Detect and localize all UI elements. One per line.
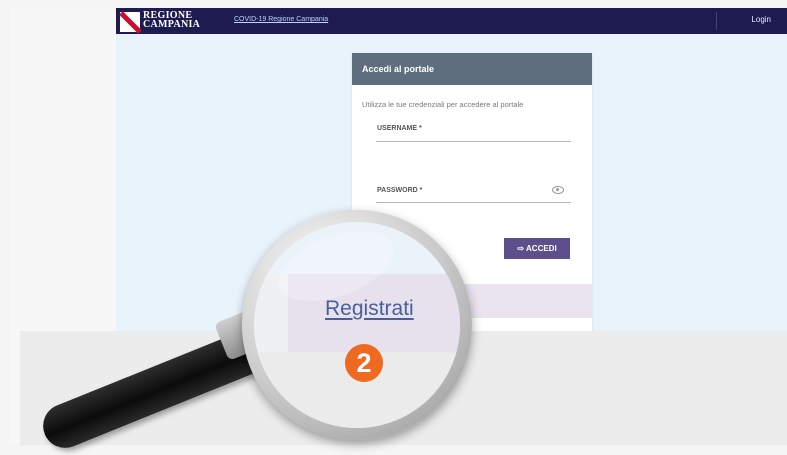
login-link[interactable]: Login <box>751 15 771 24</box>
regione-campania-logo-icon <box>119 11 142 34</box>
login-description: Utilizza le tue credenziali per accedere… <box>362 100 524 109</box>
username-input[interactable] <box>376 141 571 142</box>
password-label: PASSWORD * <box>377 187 423 194</box>
registrati-link[interactable]: Registrati <box>325 297 414 321</box>
accedi-button-label: ACCEDI <box>526 244 557 253</box>
step-badge: 2 <box>345 344 383 382</box>
login-arrow-icon: ⇨ <box>517 244 525 253</box>
password-input[interactable] <box>376 202 571 203</box>
username-label: USERNAME * <box>377 125 422 132</box>
magnifier-lens: Registrati 2 <box>254 222 460 428</box>
login-card-title: Accedi al portale <box>352 53 592 85</box>
brand-name[interactable]: REGIONE CAMPANIA <box>143 11 200 30</box>
top-navigation-bar: REGIONE CAMPANIA COVID-19 Regione Campan… <box>116 8 787 34</box>
covid-link[interactable]: COVID-19 Regione Campania <box>234 16 328 23</box>
show-password-eye-icon[interactable] <box>552 186 564 194</box>
accedi-button[interactable]: ⇨ ACCEDI <box>504 238 570 259</box>
nav-divider <box>716 12 717 30</box>
